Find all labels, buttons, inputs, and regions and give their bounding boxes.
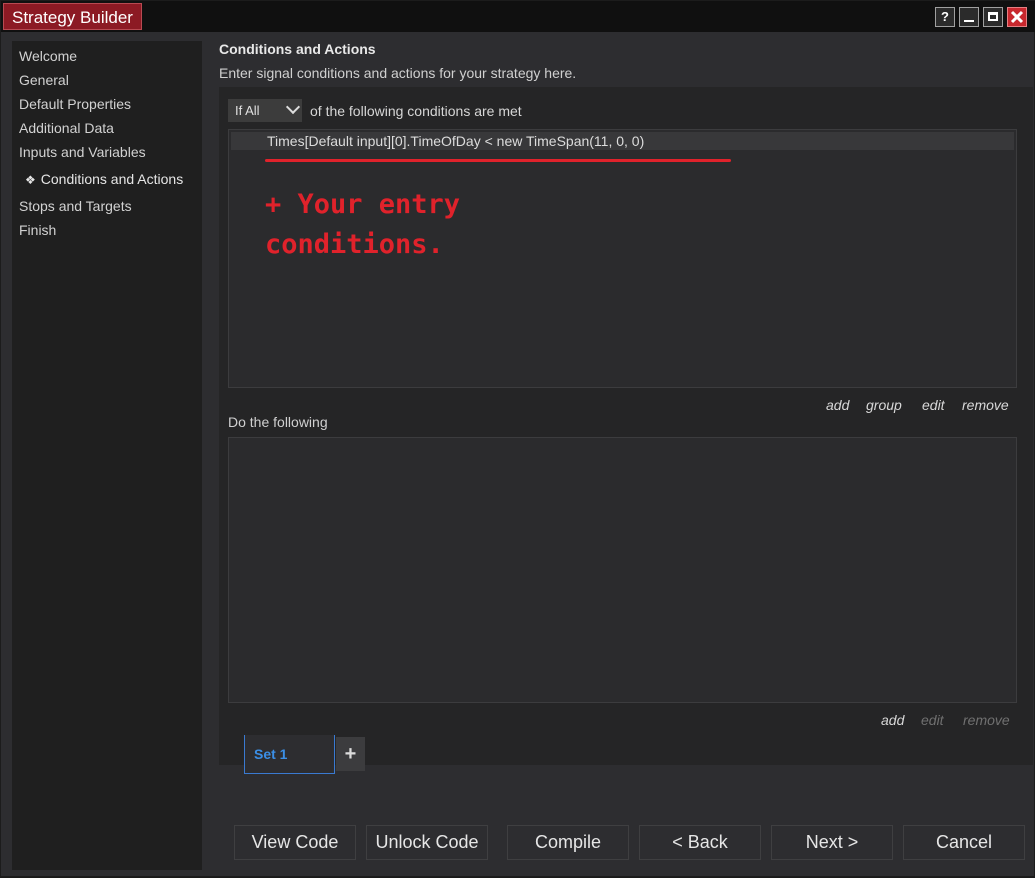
actions-label: Do the following xyxy=(228,414,328,430)
nav-item-stops-and-targets[interactable]: Stops and Targets xyxy=(19,198,132,214)
add-set-button[interactable]: + xyxy=(336,737,365,771)
condition-edit-link[interactable]: edit xyxy=(922,397,945,413)
compile-button[interactable]: Compile xyxy=(507,825,629,860)
title-bar: Strategy Builder ? xyxy=(1,1,1035,32)
nav-item-conditions-and-actions[interactable]: ❖ Conditions and Actions xyxy=(25,171,183,187)
main-pane: Conditions and Actions Enter signal cond… xyxy=(203,32,1035,878)
action-edit-link[interactable]: edit xyxy=(921,712,944,728)
action-add-link[interactable]: add xyxy=(881,712,904,728)
nav-item-inputs-and-variables[interactable]: Inputs and Variables xyxy=(19,144,146,160)
minimize-icon xyxy=(964,20,974,22)
view-code-button[interactable]: View Code xyxy=(234,825,356,860)
annotation-text: + Your entry conditions. xyxy=(265,189,461,260)
page-description: Enter signal conditions and actions for … xyxy=(219,65,577,81)
condition-text: Times[Default input][0].TimeOfDay < new … xyxy=(267,133,645,149)
back-button[interactable]: < Back xyxy=(639,825,761,860)
nav-item-default-properties[interactable]: Default Properties xyxy=(19,96,131,112)
nav-item-label: Conditions and Actions xyxy=(40,171,184,187)
help-button[interactable]: ? xyxy=(935,7,955,27)
nav-item-general[interactable]: General xyxy=(19,72,69,88)
condition-mode-suffix: of the following conditions are met xyxy=(310,103,522,119)
condition-mode-select[interactable]: If All xyxy=(228,99,302,122)
actions-list[interactable] xyxy=(228,437,1017,703)
condition-row[interactable]: Times[Default input][0].TimeOfDay < new … xyxy=(231,132,1014,150)
chevron-down-icon xyxy=(285,99,301,115)
annotation-underline xyxy=(265,159,731,162)
condition-remove-link[interactable]: remove xyxy=(962,397,1009,413)
minimize-button[interactable] xyxy=(959,7,979,27)
condition-mode-value: If All xyxy=(235,103,260,118)
nav-item-welcome[interactable]: Welcome xyxy=(19,48,77,64)
unlock-code-button[interactable]: Unlock Code xyxy=(366,825,488,860)
condition-group-link[interactable]: group xyxy=(866,397,902,413)
diamond-bullet-icon: ❖ xyxy=(25,173,36,187)
conditions-list[interactable]: Times[Default input][0].TimeOfDay < new … xyxy=(228,129,1017,388)
close-button[interactable] xyxy=(1007,7,1027,27)
condition-add-link[interactable]: add xyxy=(826,397,849,413)
strategy-builder-window: Strategy Builder ? Welcome General Defau… xyxy=(0,0,1035,877)
maximize-icon xyxy=(988,12,998,21)
page-title: Conditions and Actions xyxy=(219,41,376,57)
cancel-button[interactable]: Cancel xyxy=(903,825,1025,860)
close-icon xyxy=(1010,10,1024,24)
tab-set-1[interactable]: Set 1 xyxy=(244,735,335,774)
nav-item-additional-data[interactable]: Additional Data xyxy=(19,120,114,136)
maximize-button[interactable] xyxy=(983,7,1003,27)
window-title: Strategy Builder xyxy=(3,3,142,30)
nav-item-finish[interactable]: Finish xyxy=(19,222,56,238)
next-button[interactable]: Next > xyxy=(771,825,893,860)
wizard-nav: Welcome General Default Properties Addit… xyxy=(12,41,202,870)
action-remove-link[interactable]: remove xyxy=(963,712,1010,728)
